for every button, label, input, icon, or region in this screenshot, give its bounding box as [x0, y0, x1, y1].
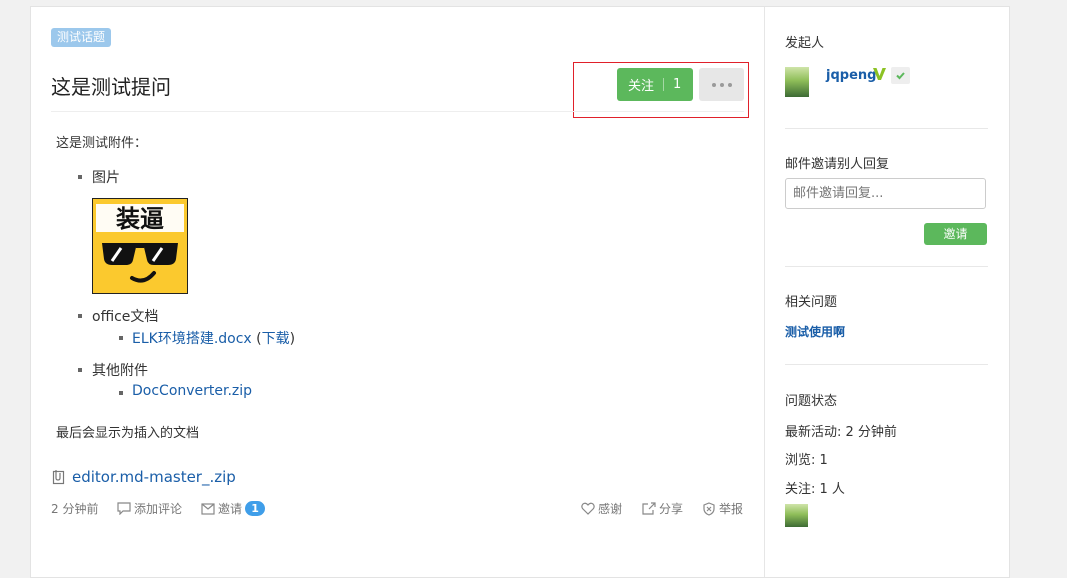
list-item-office: office文档 [92, 309, 159, 325]
list-item-images: 图片 [92, 170, 120, 186]
thanks-label: 感谢 [598, 502, 623, 516]
topic-tag[interactable]: 测试话题 [51, 28, 112, 47]
list-bullet [119, 336, 123, 340]
initiator-heading: 发起人 [785, 36, 825, 51]
share-button[interactable]: 分享 [642, 500, 683, 517]
views-label: 浏览: [785, 453, 816, 468]
heart-icon [581, 502, 595, 515]
report-button[interactable]: 举报 [702, 500, 743, 517]
user-name-link[interactable]: jqpeng [826, 68, 876, 83]
followers-value: 1 人 [819, 482, 845, 497]
dot-icon [719, 82, 724, 87]
sidebar: 发起人 jqpeng 邮件邀请别人回复 邀请 相关问题 测试使用啊 问题状态 最… [764, 7, 1009, 577]
sidebar-divider [785, 266, 988, 267]
latest-activity-value: 2 分钟前 [845, 425, 897, 440]
post-time-text: 2 分钟前 [51, 502, 99, 516]
more-options-button[interactable] [699, 68, 744, 101]
dot-icon [711, 82, 716, 87]
views-count: 浏览: 1 [785, 449, 828, 468]
shield-icon [703, 501, 715, 516]
status-heading: 问题状态 [785, 394, 838, 409]
attachment-link[interactable]: editor.md-master_.zip [72, 468, 236, 486]
attachment: editor.md-master_.zip [51, 468, 236, 486]
invite-email-input[interactable] [785, 178, 986, 209]
list-bullet [119, 391, 123, 395]
invite-button[interactable]: 邀请 1 [201, 500, 266, 517]
follower-avatar[interactable] [785, 504, 808, 527]
latest-activity-label: 最新活动: [785, 425, 842, 440]
image-caption: 装逼 [116, 205, 164, 233]
follow-divider [663, 78, 665, 91]
invite-submit-button[interactable]: 邀请 [924, 223, 987, 245]
question-card: 测试话题 这是测试提问 关注 1 这是测试附件： 图片 装逼 office文档 … [30, 6, 1010, 578]
comment-icon [117, 502, 131, 515]
list-bullet [78, 314, 82, 318]
post-time: 2 分钟前 [51, 500, 98, 517]
question-main: 测试话题 这是测试提问 关注 1 这是测试附件： 图片 装逼 office文档 … [31, 7, 764, 577]
zip-link[interactable]: DocConverter.zip [132, 383, 252, 399]
verified-v-icon [873, 68, 886, 80]
latest-activity: 最新活动: 2 分钟前 [785, 421, 897, 440]
followers-count: 关注: 1 人 [785, 478, 845, 497]
question-title: 这是测试提问 [51, 75, 171, 99]
related-question-link[interactable]: 测试使用啊 [785, 323, 845, 340]
badge-icon [891, 67, 910, 84]
add-comment-button[interactable]: 添加评论 [117, 500, 182, 517]
add-comment-label: 添加评论 [134, 502, 183, 516]
share-label: 分享 [659, 502, 684, 516]
list-item-docx: ELK环境搭建.docx (下载) [132, 331, 296, 347]
follow-button[interactable]: 关注 1 [617, 68, 693, 101]
list-bullet [78, 175, 82, 179]
invite-label: 邀请 [218, 502, 243, 516]
thanks-button[interactable]: 感谢 [581, 500, 622, 517]
list-bullet [78, 368, 82, 372]
dot-icon [727, 82, 732, 87]
related-heading: 相关问题 [785, 295, 838, 310]
sidebar-divider [785, 128, 988, 129]
share-icon [642, 502, 656, 515]
docx-link[interactable]: ELK环境搭建.docx [132, 331, 252, 347]
sunglasses-meme-image: 装逼 [92, 198, 188, 294]
list-item-other: 其他附件 [92, 363, 148, 379]
list-item-zip: DocConverter.zip [132, 383, 252, 399]
follow-count: 1 [673, 77, 682, 92]
avatar[interactable] [785, 67, 809, 97]
views-value: 1 [819, 453, 828, 468]
invite-count-badge: 1 [245, 501, 266, 516]
paperclip-icon [52, 470, 65, 485]
attached-image[interactable]: 装逼 [92, 198, 188, 294]
report-label: 举报 [719, 502, 744, 516]
sidebar-divider [785, 364, 988, 365]
follow-button-label: 关注 [628, 79, 655, 94]
invite-heading: 邮件邀请别人回复 [785, 157, 890, 172]
envelope-icon [201, 502, 215, 515]
closing-text: 最后会显示为插入的文档 [56, 426, 200, 441]
download-link[interactable]: 下载 [262, 331, 290, 347]
title-divider [51, 111, 744, 112]
question-intro: 这是测试附件： [56, 136, 148, 151]
followers-label: 关注: [785, 482, 816, 497]
